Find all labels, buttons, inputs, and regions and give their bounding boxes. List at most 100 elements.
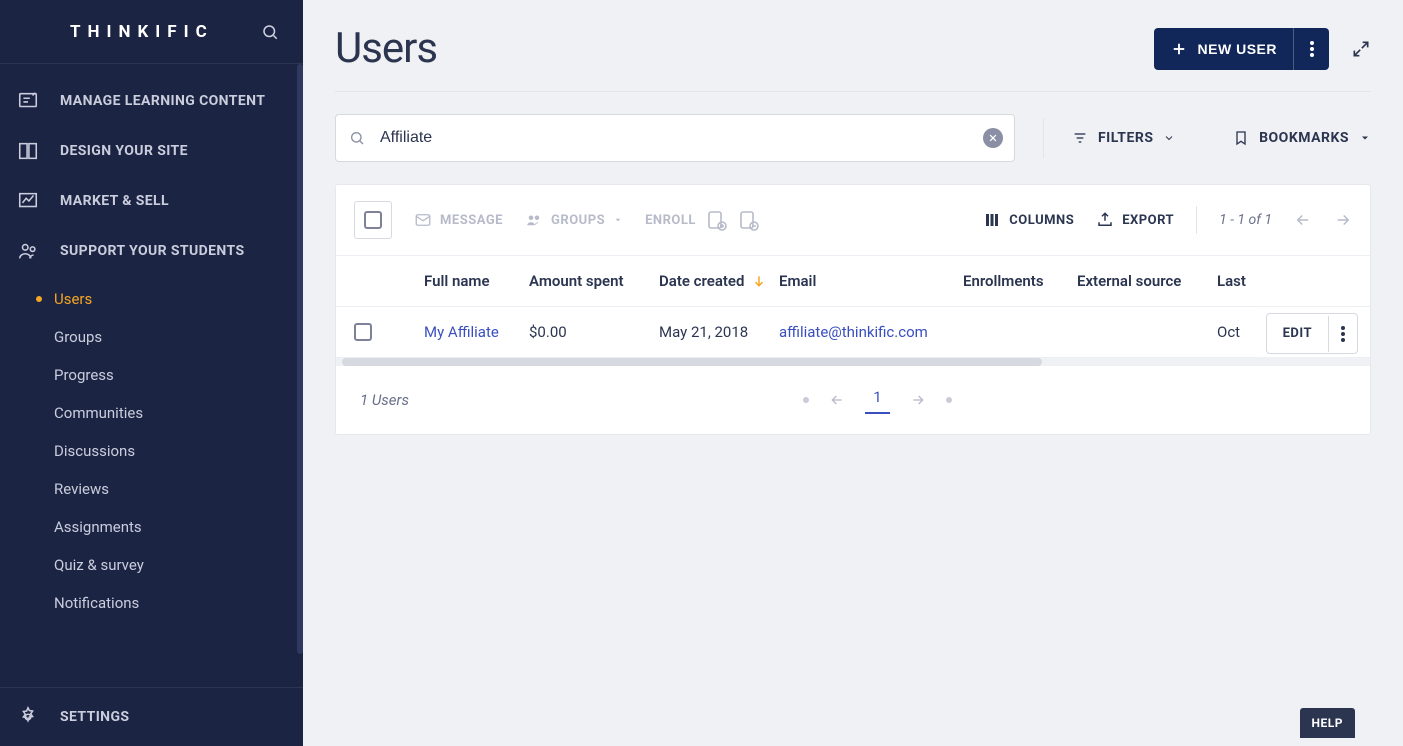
new-user-button[interactable]: NEW USER xyxy=(1154,28,1293,70)
table-row[interactable]: My Affiliate $0.00 May 21, 2018 affiliat… xyxy=(336,307,1370,358)
scrollbar-thumb[interactable] xyxy=(342,358,1042,366)
pager-first-dot[interactable] xyxy=(803,397,809,403)
col-date-label: Date created xyxy=(659,272,744,290)
nav-section-market-sell[interactable]: MARKET & SELL xyxy=(0,176,303,226)
more-vertical-icon xyxy=(1310,41,1314,57)
users-table: MESSAGE GROUPS ENROLL COLUMNS EXPORT xyxy=(335,184,1371,435)
dot-icon xyxy=(36,486,42,492)
subnav-label: Notifications xyxy=(54,594,139,612)
help-button[interactable]: HELP xyxy=(1300,708,1355,738)
cell-date-created: May 21, 2018 xyxy=(659,323,779,341)
export-icon xyxy=(1096,211,1114,229)
columns-label: COLUMNS xyxy=(1009,213,1074,228)
arrow-left-icon xyxy=(1294,211,1312,229)
subnav-item-quiz-survey[interactable]: Quiz & survey xyxy=(0,546,303,584)
bookmarks-label: BOOKMARKS xyxy=(1259,130,1349,146)
nav-section-design-site[interactable]: DESIGN YOUR SITE xyxy=(0,126,303,176)
cell-last: Oct xyxy=(1217,323,1257,341)
pager-last-dot[interactable] xyxy=(946,397,952,403)
cell-email[interactable]: affiliate@thinkific.com xyxy=(779,323,963,341)
search-input[interactable] xyxy=(335,114,1015,162)
clear-search-button[interactable] xyxy=(983,128,1003,148)
learning-icon xyxy=(14,90,42,112)
chart-icon xyxy=(14,190,42,212)
pager-current[interactable]: 1 xyxy=(865,386,889,414)
next-page-button xyxy=(1334,211,1352,229)
dot-icon xyxy=(36,448,42,454)
groups-action: GROUPS xyxy=(525,211,623,229)
page-range: 1 - 1 of 1 xyxy=(1219,212,1272,228)
row-actions: EDIT xyxy=(1266,313,1358,354)
subnav-label: Assignments xyxy=(54,518,142,536)
columns-button[interactable]: COLUMNS xyxy=(983,211,1074,229)
enroll-label: ENROLL xyxy=(645,213,696,228)
caret-down-icon xyxy=(613,215,623,225)
select-all-wrap xyxy=(354,201,392,239)
export-button[interactable]: EXPORT xyxy=(1096,211,1174,229)
col-amount-spent[interactable]: Amount spent xyxy=(529,272,659,290)
dot-icon xyxy=(36,600,42,606)
table-footer: 1 Users 1 xyxy=(336,366,1370,434)
groups-label: GROUPS xyxy=(551,213,605,228)
nav-section-support-students[interactable]: SUPPORT YOUR STUDENTS xyxy=(0,226,303,276)
footer-count: 1 Users xyxy=(360,391,409,409)
nav-section-label: SUPPORT YOUR STUDENTS xyxy=(60,241,244,261)
sidebar-nav: MANAGE LEARNING CONTENT DESIGN YOUR SITE… xyxy=(0,64,303,687)
close-icon xyxy=(988,133,998,143)
subnav-item-progress[interactable]: Progress xyxy=(0,356,303,394)
active-dot-icon xyxy=(36,296,42,302)
filter-icon xyxy=(1072,130,1088,146)
subnav-item-groups[interactable]: Groups xyxy=(0,318,303,356)
dot-icon xyxy=(36,524,42,530)
subnav-item-discussions[interactable]: Discussions xyxy=(0,432,303,470)
chevron-down-icon xyxy=(1163,132,1175,144)
subnav-item-users[interactable]: Users xyxy=(0,280,303,318)
subnav-item-reviews[interactable]: Reviews xyxy=(0,470,303,508)
col-external-source[interactable]: External source xyxy=(1077,272,1217,290)
edit-button[interactable]: EDIT xyxy=(1267,314,1328,353)
row-more-button[interactable] xyxy=(1328,316,1357,352)
new-user-more-button[interactable] xyxy=(1293,28,1329,70)
main-content: Users NEW USER xyxy=(303,0,1403,746)
nav-section-label: MARKET & SELL xyxy=(60,191,169,211)
col-full-name[interactable]: Full name xyxy=(424,272,529,290)
row-checkbox[interactable] xyxy=(354,323,372,341)
new-user-label: NEW USER xyxy=(1198,41,1277,57)
col-last[interactable]: Last xyxy=(1217,272,1257,290)
pager-prev xyxy=(829,392,845,408)
nav-section-label: MANAGE LEARNING CONTENT xyxy=(60,91,265,111)
gear-icon xyxy=(14,706,42,728)
bookmarks-button[interactable]: BOOKMARKS xyxy=(1233,130,1371,146)
subnav-label: Progress xyxy=(54,366,114,384)
col-email[interactable]: Email xyxy=(779,272,963,290)
dot-icon xyxy=(36,372,42,378)
subnav-label: Quiz & survey xyxy=(54,556,144,574)
col-enrollments[interactable]: Enrollments xyxy=(963,272,1077,290)
layout-icon xyxy=(14,140,42,162)
search-icon[interactable] xyxy=(261,23,279,41)
subnav-item-communities[interactable]: Communities xyxy=(0,394,303,432)
enroll-add-icon xyxy=(704,208,728,232)
prev-page-button xyxy=(1294,211,1312,229)
sidebar: THINKIFIC MANAGE LEARNING CONTENT DESIGN… xyxy=(0,0,303,746)
nav-section-manage-learning[interactable]: MANAGE LEARNING CONTENT xyxy=(0,76,303,126)
filters-button[interactable]: FILTERS xyxy=(1072,130,1175,146)
subnav-item-notifications[interactable]: Notifications xyxy=(0,584,303,622)
subnav-label: Discussions xyxy=(54,442,135,460)
table-horizontal-scrollbar[interactable] xyxy=(336,358,1370,366)
expand-button[interactable] xyxy=(1351,39,1371,59)
arrow-right-icon xyxy=(910,392,926,408)
select-all-checkbox[interactable] xyxy=(364,211,382,229)
export-label: EXPORT xyxy=(1122,213,1174,228)
subnav-item-assignments[interactable]: Assignments xyxy=(0,508,303,546)
bookmark-icon xyxy=(1233,130,1249,146)
header-actions: NEW USER xyxy=(1154,28,1371,70)
nav-settings[interactable]: SETTINGS xyxy=(14,706,289,728)
col-date-created[interactable]: Date created xyxy=(659,272,779,290)
table-toolbar: MESSAGE GROUPS ENROLL COLUMNS EXPORT xyxy=(336,185,1370,255)
brand-logo: THINKIFIC xyxy=(70,22,214,42)
toolbar-divider xyxy=(1196,206,1197,234)
sort-desc-icon xyxy=(752,274,766,288)
more-vertical-icon xyxy=(1341,326,1345,342)
cell-full-name[interactable]: My Affiliate xyxy=(424,323,529,341)
